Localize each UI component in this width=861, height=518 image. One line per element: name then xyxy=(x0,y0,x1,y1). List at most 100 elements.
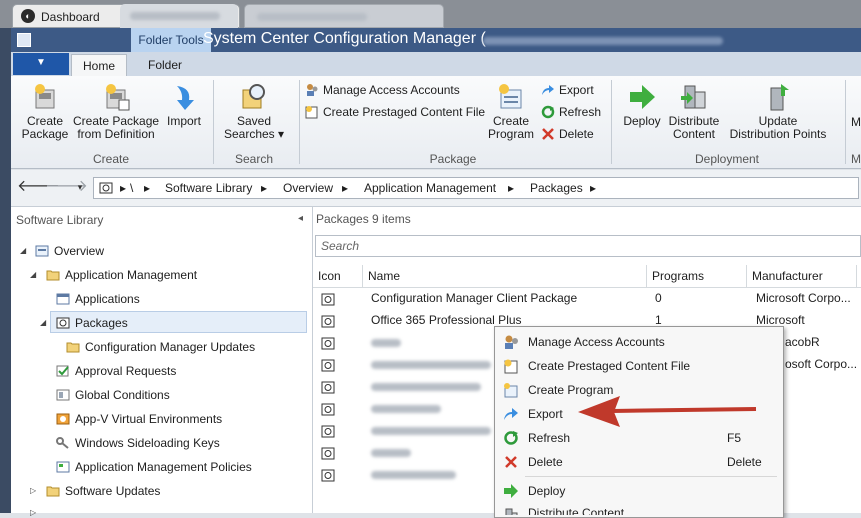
distribute-content-icon xyxy=(505,508,518,515)
menu-item-label: Create Program xyxy=(528,383,614,397)
forward-button[interactable]: 🡒 xyxy=(45,177,88,199)
folder-root-icon xyxy=(99,182,113,194)
navigation-bar: 🡐 🡒 ▾ ▸ \ ▸ Software Library ▸ Overview … xyxy=(11,170,861,207)
tree-item-global-conditions[interactable]: Global Conditions xyxy=(56,384,170,406)
delete-x-icon xyxy=(505,456,517,468)
deploy-label: Deploy xyxy=(623,114,661,128)
menu-item-manage-access-accounts[interactable]: Manage Access Accounts xyxy=(495,330,781,354)
breadcrumb-packages[interactable]: Packages xyxy=(530,181,583,195)
package-icon xyxy=(321,337,335,350)
menu-item-shortcut: F5 xyxy=(727,431,742,445)
expand-toggle-icon[interactable]: ◢ xyxy=(40,318,46,327)
tree-item-software-updates[interactable]: Software Updates xyxy=(46,480,160,502)
menu-item-label: Distribute Content xyxy=(528,506,625,515)
menu-item-label: Manage Access Accounts xyxy=(528,335,665,349)
row-name: Configuration Manager Client Package xyxy=(371,291,578,305)
row-manufacturer: acobR xyxy=(785,335,820,349)
saved-searches-button[interactable]: Saved Searches ▾ xyxy=(219,82,289,141)
ribbon-group-label-search: Search xyxy=(234,152,274,166)
search-input[interactable]: Search xyxy=(315,235,861,257)
browser-tab-blurred[interactable] xyxy=(244,4,444,28)
refresh-button[interactable]: Refresh xyxy=(541,103,601,121)
collapse-pane-icon[interactable]: ◂ xyxy=(298,213,303,224)
delete-x-icon xyxy=(542,128,554,140)
ribbon-separator xyxy=(611,80,612,164)
menu-item-delete[interactable]: Delete Delete xyxy=(495,450,781,474)
distribute-content-label: Distribute Content xyxy=(668,114,720,141)
app-icon[interactable] xyxy=(17,33,31,47)
tab-folder[interactable]: Folder xyxy=(135,54,195,76)
ribbon-group-label-create: Create xyxy=(92,152,130,166)
expand-toggle-icon[interactable]: ◢ xyxy=(20,246,26,255)
tree-item-windows-sideloading-keys[interactable]: Windows Sideloading Keys xyxy=(56,432,220,454)
column-header-name[interactable]: Name xyxy=(363,265,647,287)
address-bar[interactable]: ▸ \ ▸ Software Library ▸ Overview ▸ Appl… xyxy=(93,177,859,199)
menu-item-create-prestaged-content[interactable]: Create Prestaged Content File xyxy=(495,354,781,378)
tree-item-packages[interactable]: Packages xyxy=(56,312,128,334)
table-row[interactable]: Configuration Manager Client Package 0 M… xyxy=(313,288,861,310)
breadcrumb-chevron: ▸ xyxy=(590,181,597,195)
expand-toggle-icon[interactable]: ◢ xyxy=(30,270,36,279)
collapse-toggle-icon[interactable]: ▷ xyxy=(30,486,36,495)
distribute-content-button[interactable]: Distribute Content xyxy=(665,82,723,141)
menu-item-create-program[interactable]: Create Program xyxy=(495,378,781,402)
column-header-manufacturer[interactable]: Manufacturer xyxy=(747,265,857,287)
menu-item-export[interactable]: Export xyxy=(495,402,781,426)
policies-icon xyxy=(56,461,70,473)
breadcrumb-application-management[interactable]: Application Management xyxy=(364,181,496,195)
refresh-label: Refresh xyxy=(559,105,602,119)
breadcrumb-chevron: ▸ xyxy=(342,181,349,195)
history-dropdown[interactable]: ▾ xyxy=(69,177,91,199)
deploy-button[interactable]: Deploy xyxy=(619,82,665,128)
create-prestaged-content-button[interactable]: Create Prestaged Content File xyxy=(305,103,485,121)
row-manufacturer: Microsoft Corpo... xyxy=(756,291,851,305)
breadcrumb-root[interactable]: \ xyxy=(130,181,133,195)
create-program-button[interactable]: Create Program xyxy=(485,82,537,141)
menu-item-label: Deploy xyxy=(528,484,566,498)
update-distribution-points-label: Update Distribution Points xyxy=(729,114,827,141)
export-label: Export xyxy=(559,83,594,97)
accounts-icon xyxy=(307,84,318,96)
tree-item-application-management[interactable]: Application Management xyxy=(46,264,197,286)
import-button[interactable]: Import xyxy=(161,82,207,128)
tree-item-overview[interactable]: Overview xyxy=(35,240,104,262)
create-package-button[interactable]: Create Package xyxy=(15,82,75,141)
menu-item-distribute-content[interactable]: Distribute Content xyxy=(495,503,781,515)
column-header-icon[interactable]: Icon xyxy=(313,265,363,287)
create-package-from-definition-button[interactable]: Create Package from Definition xyxy=(73,82,159,141)
more-ribbon-button[interactable]: M xyxy=(851,116,861,129)
tree-item-appv-environments[interactable]: App-V Virtual Environments xyxy=(56,408,222,430)
menu-item-deploy[interactable]: Deploy xyxy=(495,479,781,503)
import-label: Import xyxy=(166,114,201,128)
tree-item-label: Software Updates xyxy=(65,484,161,498)
file-menu-tab[interactable]: ▼ xyxy=(13,53,69,75)
create-prestaged-content-label: Create Prestaged Content File xyxy=(323,105,486,119)
navigation-pane: Software Library ◂ ◢ Overview ◢ Applicat… xyxy=(11,207,313,517)
blurred-text xyxy=(257,13,367,21)
delete-button[interactable]: Delete xyxy=(541,125,594,143)
appv-icon xyxy=(56,413,70,425)
browser-tab-blurred[interactable] xyxy=(120,4,238,28)
program-icon xyxy=(499,84,522,109)
breadcrumb-software-library[interactable]: Software Library xyxy=(165,181,252,195)
blurred-text xyxy=(371,405,441,413)
update-distribution-points-button[interactable]: Update Distribution Points xyxy=(725,82,831,141)
manage-access-accounts-button[interactable]: Manage Access Accounts xyxy=(305,81,460,99)
import-arrow-icon xyxy=(177,86,194,110)
package-icon xyxy=(321,315,335,328)
breadcrumb-overview[interactable]: Overview xyxy=(283,181,333,195)
manage-access-accounts-label: Manage Access Accounts xyxy=(323,83,460,97)
results-header: Packages 9 items xyxy=(316,212,411,226)
back-button[interactable]: 🡐 xyxy=(17,177,60,199)
export-button[interactable]: Export xyxy=(541,81,594,99)
menu-item-refresh[interactable]: Refresh F5 xyxy=(495,426,781,450)
column-header-programs[interactable]: Programs xyxy=(647,265,747,287)
menu-separator xyxy=(525,476,777,477)
tree-item-approval-requests[interactable]: Approval Requests xyxy=(56,360,176,382)
tab-home[interactable]: Home xyxy=(71,54,127,77)
breadcrumb-chevron: ▸ xyxy=(144,181,151,195)
tree-item-applications[interactable]: Applications xyxy=(56,288,140,310)
folder-icon xyxy=(46,270,60,281)
tree-item-configuration-manager-updates[interactable]: Configuration Manager Updates xyxy=(66,336,255,358)
tree-item-application-management-policies[interactable]: Application Management Policies xyxy=(56,456,252,478)
